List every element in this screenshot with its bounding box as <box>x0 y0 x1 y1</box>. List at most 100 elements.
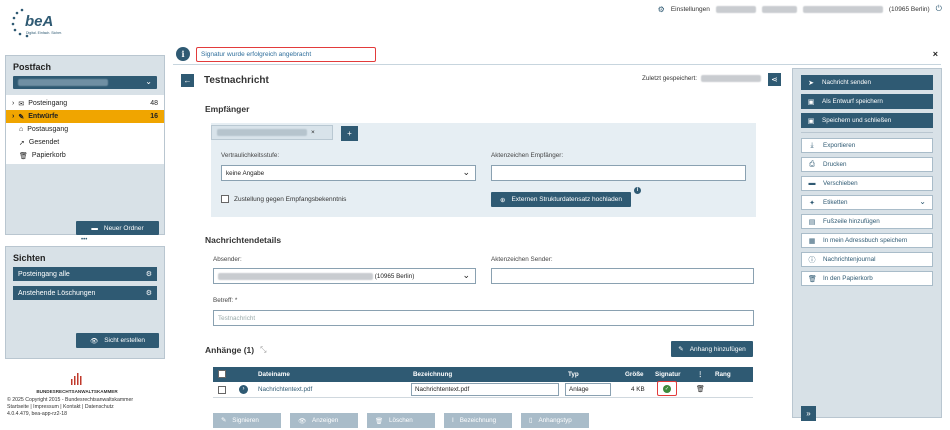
add-recipient-button[interactable]: + <box>341 126 358 141</box>
bea-logo[interactable]: beA Digital. Einfach. Sicher. <box>8 4 68 40</box>
receipt-label: Zustellung gegen Empfangsbekenntnis <box>234 195 347 203</box>
back-arrow-icon[interactable]: ← <box>181 73 194 87</box>
col-signature[interactable]: Signatur <box>655 371 681 378</box>
download-icon: ⤓ <box>810 141 814 149</box>
info-icon[interactable]: i <box>634 187 641 194</box>
resize-handle-dots-icon[interactable]: ••• <box>81 237 87 243</box>
journal-button[interactable]: ⓘ Nachrichtenjournal <box>801 252 933 267</box>
confidentiality-value: keine Angabe <box>226 170 265 177</box>
subject-input[interactable]: Testnachricht <box>213 310 754 326</box>
col-menu[interactable]: ⋮ <box>697 371 703 378</box>
col-type[interactable]: Typ <box>568 371 579 378</box>
new-folder-button[interactable]: ▬ Neuer Ordner <box>76 221 159 235</box>
export-button[interactable]: ⤓ Exportieren <box>801 138 933 153</box>
labels-button[interactable]: ✦ Etiketten ⌄ <box>801 195 933 210</box>
confidentiality-select[interactable]: keine Angabe ⌄ <box>221 165 476 181</box>
chevron-down-icon: ⌄ <box>919 197 926 206</box>
send-label: Nachricht senden <box>822 79 872 86</box>
check-circle-icon: ✓ <box>663 384 671 393</box>
collapse-panel-icon[interactable]: » <box>801 406 816 421</box>
save-addressbook-button[interactable]: ▦ In mein Adressbuch speichern <box>801 233 933 248</box>
move-button[interactable]: ▬ Verschieben <box>801 176 933 191</box>
attachment-type-button[interactable]: ▯ Anhangstyp <box>521 413 589 428</box>
col-size[interactable]: Größe <box>625 371 644 378</box>
attachments-header: Anhänge (1) ⤡ <box>205 345 267 355</box>
col-filename[interactable]: Dateiname <box>258 371 290 378</box>
receipt-checkbox-row[interactable]: Zustellung gegen Empfangsbekenntnis <box>221 195 346 203</box>
share-icon[interactable]: ⋖ <box>768 73 781 86</box>
receipt-checkbox[interactable] <box>221 195 229 203</box>
footer-links[interactable]: Startseite | Impressum | Kontakt | Daten… <box>7 404 167 411</box>
move-to-trash-button[interactable]: 🗑 In den Papierkorb <box>801 271 933 286</box>
create-view-button[interactable]: 👁 Sicht erstellen <box>76 333 159 348</box>
add-attachment-button[interactable]: ✎ Anhang hinzufügen <box>671 341 753 357</box>
sign-label: Signieren <box>232 417 259 424</box>
folder-tree: › ✉ Posteingang 48 › ✎ Entwürfe 16 ⌂ Posta… <box>6 95 164 164</box>
folder-postausgang[interactable]: ⌂ Postausgang <box>6 123 164 136</box>
sichten-heading: Sichten <box>13 253 46 263</box>
view-button[interactable]: 👁 Anzeigen <box>290 413 358 428</box>
close-icon[interactable]: × <box>933 49 938 59</box>
delete-trash-icon[interactable]: 🗑 <box>696 385 705 393</box>
settings-gear-icon[interactable]: ⚙ <box>658 5 665 14</box>
sender-label: Absender: <box>213 256 242 263</box>
signature-status[interactable]: ✓ <box>657 381 677 396</box>
folder-count: 48 <box>150 100 158 107</box>
folder-label: Gesendet <box>28 139 60 146</box>
attachments-table: Dateiname Bezeichnung Typ Größe Signatur… <box>213 367 753 398</box>
select-all-checkbox[interactable] <box>218 370 226 378</box>
expand-icon[interactable]: › <box>12 113 14 120</box>
folder-entwuerfe[interactable]: › ✎ Entwürfe 16 <box>6 110 164 123</box>
attachment-action-bar: ✎ Signieren 👁 Anzeigen 🗑 Löschen I Bezeichnu… <box>213 413 589 428</box>
delete-button[interactable]: 🗑 Löschen <box>367 413 435 428</box>
recipient-ref-input[interactable] <box>491 165 746 181</box>
upload-structured-button[interactable]: ⊕ Externen Strukturdatensatz hochladen <box>491 192 631 207</box>
col-designation[interactable]: Bezeichnung <box>413 371 452 378</box>
brak-logo: BUNDESRECHTSANWALTSKAMMER <box>7 373 147 395</box>
sicht-posteingang-alle[interactable]: Posteingang alle ⚙ <box>13 267 157 281</box>
expand-arrows-icon[interactable]: ⤡ <box>260 345 266 355</box>
postfach-selected-redacted <box>18 79 108 86</box>
sign-button[interactable]: ✎ Signieren <box>213 413 281 428</box>
save-close-button[interactable]: ▣ Speichern und schließen <box>801 113 933 128</box>
add-footer-label: Fußzeile hinzufügen <box>823 218 880 225</box>
send-icon: ➤ <box>808 79 814 87</box>
print-icon: ⎙ <box>809 160 815 168</box>
folder-gesendet[interactable]: ➚ Gesendet <box>6 136 164 149</box>
pen-icon: ✎ <box>221 417 227 424</box>
sicht-label: Posteingang alle <box>18 270 70 278</box>
sender-ref-input[interactable] <box>491 268 754 284</box>
col-rank[interactable]: Rang <box>715 371 731 378</box>
info-circle-icon: ⓘ <box>808 256 816 264</box>
last-saved-label: Zuletzt gespeichert: <box>642 75 697 82</box>
designation-button[interactable]: I Bezeichnung <box>444 413 512 428</box>
expand-row-icon[interactable]: › <box>239 385 248 394</box>
folder-posteingang[interactable]: › ✉ Posteingang 48 <box>6 97 164 110</box>
recipient-chip[interactable]: × <box>211 125 333 140</box>
save-draft-button[interactable]: ▣ Als Entwurf speichern <box>801 94 933 109</box>
add-footer-button[interactable]: ▤ Fußzeile hinzufügen <box>801 214 933 229</box>
gear-icon[interactable]: ⚙ <box>146 270 152 278</box>
sicht-anstehende-loeschungen[interactable]: Anstehende Löschungen ⚙ <box>13 286 157 300</box>
sender-name-redacted <box>218 273 373 280</box>
trash-icon: 🗑 <box>808 275 817 283</box>
attachments-heading: Anhänge (1) <box>205 345 255 355</box>
postfach-select[interactable]: ⌄ <box>13 76 157 89</box>
designation-input[interactable]: Nachrichtentext.pdf <box>411 383 559 396</box>
sender-select[interactable]: (10965 Berlin) ⌄ <box>213 268 476 284</box>
attachment-filename[interactable]: Nachrichtentext.pdf <box>258 386 312 393</box>
print-button[interactable]: ⎙ Drucken <box>801 157 933 172</box>
row-checkbox[interactable] <box>218 386 226 394</box>
notification-message: Signatur wurde erfolgreich angebracht <box>196 47 376 62</box>
gear-icon[interactable]: ⚙ <box>146 289 152 297</box>
copyright-text: © 2025 Copyright 2015 - Bundesrechtsanwa… <box>7 397 134 403</box>
type-select[interactable]: Anlage <box>565 383 611 396</box>
expand-icon[interactable]: › <box>12 100 14 107</box>
folder-papierkorb[interactable]: 🗑 Papierkorb <box>6 149 164 162</box>
remove-recipient-icon[interactable]: × <box>311 129 315 136</box>
logout-power-icon[interactable]: ⏻ <box>936 4 942 14</box>
table-row[interactable]: › Nachrichtentext.pdf Nachrichtentext.pd… <box>213 381 753 398</box>
sichten-panel: Sichten Posteingang alle ⚙ Anstehende Lö… <box>5 246 165 359</box>
settings-link[interactable]: Einstellungen <box>671 6 710 13</box>
send-message-button[interactable]: ➤ Nachricht senden <box>801 75 933 90</box>
